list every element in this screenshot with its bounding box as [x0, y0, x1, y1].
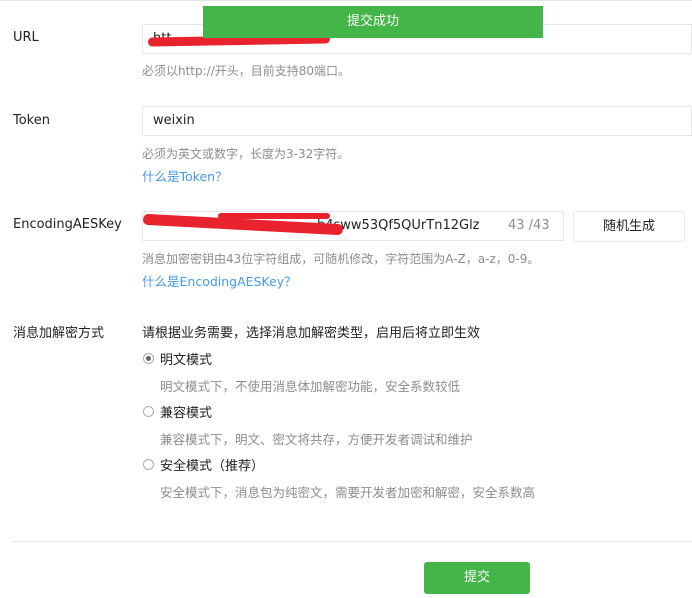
- aes-key-help-link[interactable]: 什么是EncodingAESKey？: [142, 271, 297, 290]
- random-generate-button[interactable]: 随机生成: [573, 211, 685, 242]
- radio-compatible-desc: 兼容模式下，明文、密文将共存，方便开发者调试和维护: [160, 432, 473, 447]
- radio-secure-dot[interactable]: [143, 458, 154, 470]
- radio-plaintext[interactable]: 明文模式: [143, 349, 213, 368]
- aes-key-char-counter: 43 /43: [508, 218, 550, 233]
- radio-plaintext-label: 明文模式: [160, 352, 213, 368]
- aes-key-redaction-mark: [218, 213, 330, 219]
- encrypt-mode-intro: 请根据业务需要，选择消息加解密类型，启用后将立即生效: [142, 326, 481, 341]
- aes-key-hint: 消息加密密钥由43位字符组成，可随机修改，字符范围为A-Z，a-z，0-9。: [142, 252, 540, 266]
- server-config-page: URL htt 必须以http://开头，目前支持80端口。 提交成功 Toke…: [0, 0, 692, 598]
- token-hint: 必须为英文或数字，长度为3-32字符。: [142, 147, 350, 161]
- url-hint: 必须以http://开头，目前支持80端口。: [142, 64, 351, 78]
- submit-button[interactable]: 提交: [424, 562, 530, 594]
- token-help-link[interactable]: 什么是Token？: [142, 166, 228, 185]
- radio-plaintext-dot[interactable]: [143, 352, 154, 364]
- success-toast: 提交成功: [203, 6, 543, 38]
- token-input-value: weixin: [153, 113, 195, 128]
- aes-key-label: EncodingAESKey: [13, 217, 122, 232]
- top-border: [0, 0, 692, 1]
- radio-plaintext-desc: 明文模式下，不使用消息体加解密功能，安全系数较低: [160, 379, 461, 394]
- url-label: URL: [13, 30, 39, 45]
- radio-secure-label: 安全模式（推荐）: [160, 458, 265, 474]
- radio-compatible-dot[interactable]: [143, 405, 154, 417]
- form-divider: [13, 541, 692, 542]
- token-label: Token: [13, 113, 50, 128]
- token-input[interactable]: weixin: [142, 106, 692, 136]
- radio-compatible[interactable]: 兼容模式: [143, 402, 213, 421]
- radio-compatible-label: 兼容模式: [160, 405, 213, 421]
- encrypt-mode-label: 消息加解密方式: [13, 326, 105, 341]
- radio-secure[interactable]: 安全模式（推荐）: [143, 455, 265, 474]
- radio-secure-desc: 安全模式下，消息包为纯密文，需要开发者加密和解密，安全系数高: [160, 485, 536, 500]
